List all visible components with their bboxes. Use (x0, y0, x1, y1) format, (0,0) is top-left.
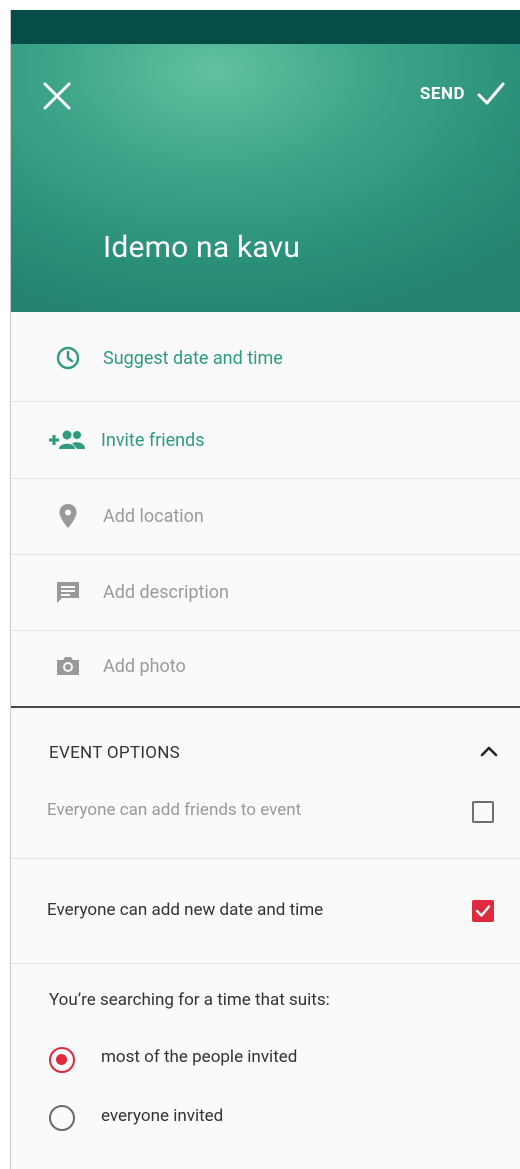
add-date-time-checkbox[interactable] (472, 900, 494, 922)
event-options-title: EVENT OPTIONS (49, 743, 181, 763)
search-preference-label: You’re searching for a time that suits: (49, 990, 330, 1010)
add-photo-row[interactable]: Add photo (11, 638, 520, 694)
event-title[interactable]: Idemo na kavu (103, 230, 300, 265)
close-icon (43, 82, 71, 110)
invite-friends-label: Invite friends (101, 429, 205, 451)
divider (11, 858, 520, 859)
suggest-date-time-row[interactable]: Suggest date and time (11, 330, 520, 386)
invite-friends-row[interactable]: Invite friends (11, 412, 520, 468)
divider (11, 401, 520, 402)
add-friends-option-label: Everyone can add friends to event (47, 800, 302, 820)
section-divider (11, 706, 520, 708)
add-date-time-option-label: Everyone can add new date and time (47, 900, 324, 920)
add-people-icon (47, 425, 87, 455)
radio-everyone-label[interactable]: everyone invited (101, 1106, 223, 1126)
app-frame: SEND Idemo na kavu Suggest date and time… (10, 10, 520, 1169)
radio-everyone[interactable] (49, 1105, 75, 1131)
collapse-button[interactable] (473, 735, 505, 767)
camera-icon (53, 651, 83, 681)
add-description-label: Add description (103, 581, 229, 603)
add-photo-label: Add photo (103, 655, 186, 677)
radio-most-people[interactable] (49, 1047, 75, 1073)
send-button[interactable]: SEND (420, 72, 507, 116)
comment-icon (53, 577, 83, 607)
clock-icon (53, 343, 83, 373)
checkmark-icon (475, 905, 491, 917)
divider (11, 963, 520, 964)
add-description-row[interactable]: Add description (11, 564, 520, 620)
add-location-label: Add location (103, 505, 204, 527)
divider (11, 478, 520, 479)
add-location-row[interactable]: Add location (11, 488, 520, 544)
event-header: SEND Idemo na kavu (11, 44, 520, 312)
radio-most-people-label[interactable]: most of the people invited (101, 1047, 297, 1067)
add-friends-checkbox[interactable] (472, 801, 494, 823)
close-button[interactable] (35, 74, 79, 118)
location-pin-icon (53, 501, 83, 531)
chevron-up-icon (480, 746, 498, 757)
checkmark-icon (477, 82, 505, 105)
suggest-date-time-label: Suggest date and time (103, 347, 283, 369)
divider (11, 630, 520, 631)
divider (11, 554, 520, 555)
status-bar (11, 10, 520, 44)
send-label: SEND (419, 84, 465, 104)
